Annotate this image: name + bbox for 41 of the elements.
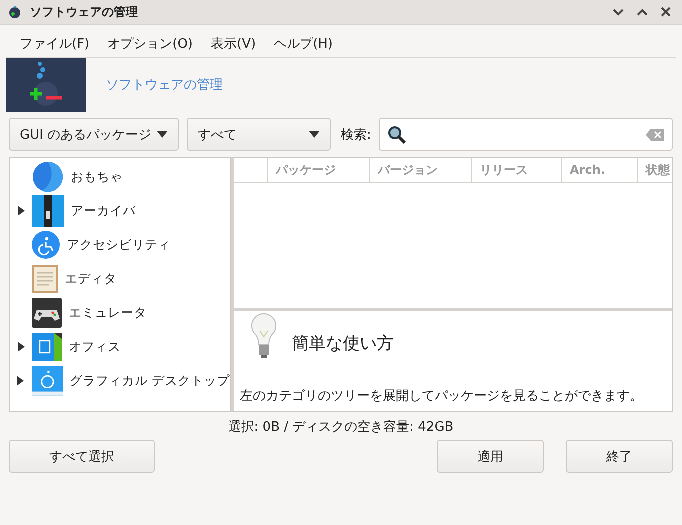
banner-title: ソフトウェアの管理 [106, 77, 223, 94]
package-type-dropdown[interactable]: GUI のあるパッケージ [9, 118, 179, 151]
desktop-icon [32, 366, 64, 396]
category-item[interactable]: グラフィカル デスクトップ [70, 372, 230, 390]
light-bulb-icon [250, 313, 278, 359]
expander-arrow-icon[interactable] [18, 206, 24, 216]
menu-item[interactable]: 表示(V) [211, 35, 256, 53]
close-icon [661, 7, 671, 17]
category-item[interactable]: エディタ [65, 270, 117, 288]
category-item[interactable]: アーカイバ [71, 202, 136, 220]
window-title: ソフトウェアの管理 [30, 4, 139, 20]
expander-arrow-icon[interactable] [18, 342, 24, 352]
select-all-button[interactable]: すべて選択 [9, 440, 155, 473]
expander-arrow-icon[interactable] [17, 376, 24, 386]
caret-icon [157, 131, 168, 138]
help-text: 左のカテゴリのツリーを展開してパッケージを見ることができます。 [240, 388, 644, 405]
status-text: 選択: 0B / ディスクの空き容量: 42GB [228, 419, 454, 436]
search-label: 検索: [341, 126, 372, 144]
menu-item[interactable]: オプション(O) [108, 35, 194, 53]
menu-item[interactable]: ヘルプ(H) [274, 35, 333, 53]
category-item[interactable]: アクセシビリティ [67, 236, 171, 254]
category-item[interactable]: エミュレータ [69, 304, 147, 322]
quit-button[interactable]: 終了 [566, 440, 673, 473]
search-field[interactable] [379, 118, 673, 151]
text-document-icon [32, 265, 58, 293]
chevron-down-icon [612, 8, 624, 16]
office-document-icon [32, 333, 62, 361]
scope-dropdown[interactable]: すべて [187, 118, 331, 151]
category-item[interactable]: オフィス [69, 338, 121, 356]
menu-item[interactable]: ファイル(F) [20, 35, 90, 53]
caret-icon [309, 131, 320, 138]
chevron-up-icon [636, 8, 648, 16]
apply-button[interactable]: 適用 [437, 440, 544, 473]
ball-icon [32, 161, 64, 193]
help-title: 簡単な使い方 [292, 333, 394, 355]
zipper-icon [32, 195, 64, 227]
search-icon [388, 126, 406, 144]
wheelchair-icon [32, 231, 60, 259]
category-item[interactable]: おもちゃ [71, 168, 123, 186]
gamepad-icon [32, 298, 62, 328]
app-logo-icon [8, 5, 22, 19]
